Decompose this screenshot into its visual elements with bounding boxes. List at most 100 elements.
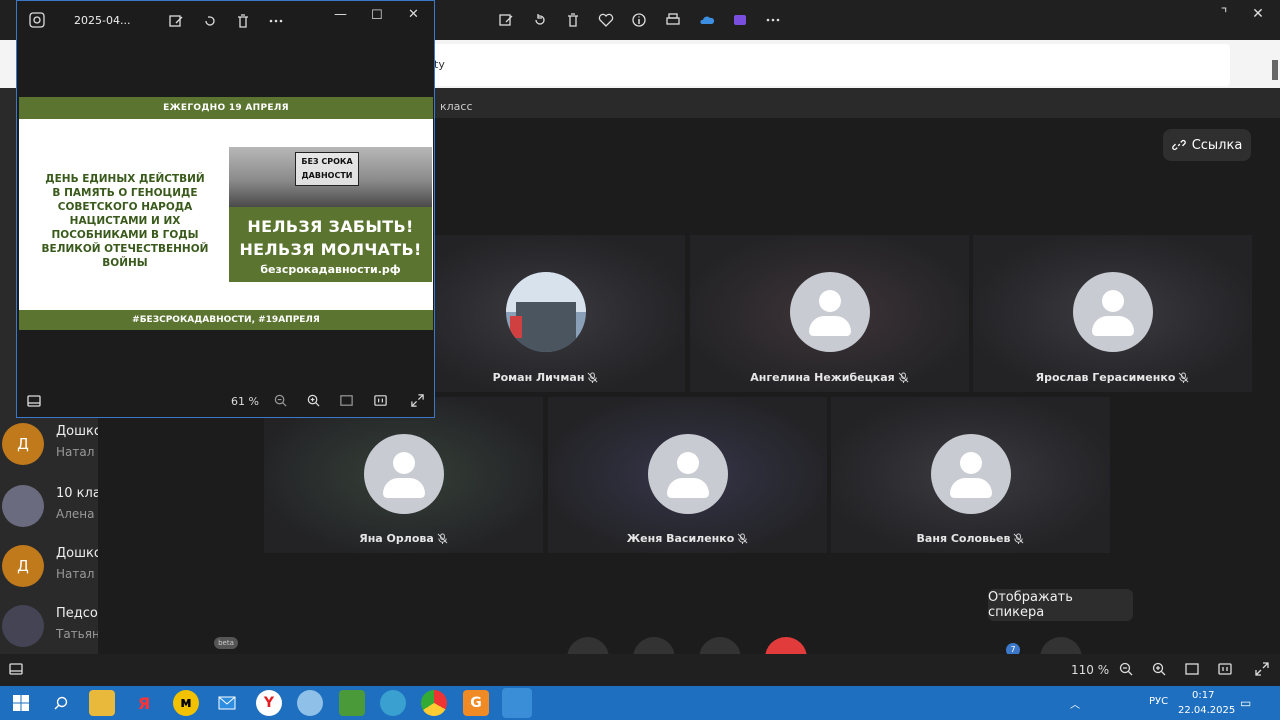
search-icon[interactable] <box>48 690 74 716</box>
zoom-in-icon[interactable] <box>1151 661 1167 680</box>
breadcrumb: класс <box>440 100 473 113</box>
minimize-icon[interactable]: — <box>334 7 347 22</box>
app-icon[interactable] <box>380 690 406 716</box>
participant-photo <box>505 272 586 352</box>
app-icon[interactable] <box>297 690 323 716</box>
participant-tile[interactable]: Роман Личман <box>406 235 685 392</box>
clipchamp-icon[interactable] <box>730 10 750 30</box>
participant-tile[interactable]: Ярослав Герасименко <box>973 235 1252 392</box>
chat-last-sender: Натал <box>56 445 95 459</box>
default-avatar-icon <box>789 272 870 352</box>
browser-url-fragment: ty <box>434 58 445 71</box>
print-icon[interactable] <box>663 10 683 30</box>
participant-tile[interactable]: Яна Орлова <box>264 397 543 553</box>
participant-tile[interactable]: Женя Василенко <box>548 397 827 553</box>
poster-top-banner: ЕЖЕГОДНО 19 АПРЕЛЯ <box>19 97 433 119</box>
participant-name: Ангелина Нежибецкая <box>690 371 969 384</box>
speaker-view-tooltip: Отображать спикера <box>988 589 1133 621</box>
rotate-icon[interactable] <box>530 10 550 30</box>
chat-last-sender: Алена <box>56 507 95 521</box>
chat-list-item[interactable]: Д Дошко Натал <box>0 538 98 594</box>
mail-icon[interactable] <box>214 690 240 716</box>
participant-name: Роман Личман <box>406 371 685 384</box>
viewer-titlebar: 2025-04... — ☐ ✕ <box>17 1 434 41</box>
default-avatar-icon <box>647 434 728 514</box>
chat-name: Дошко <box>56 546 98 561</box>
chat-list-item[interactable]: Педсо Татьян <box>0 598 98 654</box>
mic-off-icon <box>1014 533 1024 544</box>
actual-size-icon[interactable] <box>1217 661 1233 680</box>
delete-icon[interactable] <box>235 13 251 33</box>
poster-hashtags: #БЕЗСРОКАДАВНОСТИ, #19АПРЕЛЯ <box>19 310 433 330</box>
favorite-icon[interactable] <box>596 10 616 30</box>
yandex-icon[interactable]: Я <box>131 690 157 716</box>
edit-icon[interactable] <box>168 13 184 33</box>
mic-off-icon <box>588 372 598 383</box>
browser-address-area[interactable] <box>430 44 1230 86</box>
notifications-icon[interactable]: ▭ <box>1240 696 1251 710</box>
edit-icon[interactable] <box>496 10 516 30</box>
participant-name: Ваня Соловьев <box>831 532 1110 545</box>
store-icon[interactable] <box>339 690 365 716</box>
zoom-out-icon[interactable] <box>273 393 288 412</box>
chat-name: Педсо <box>56 606 98 621</box>
music-icon[interactable]: м <box>173 690 199 716</box>
actual-size-icon[interactable] <box>373 393 388 412</box>
tray-chevron-icon[interactable]: ︿ <box>1070 696 1080 711</box>
zoom-out-icon[interactable] <box>1118 661 1134 680</box>
file-explorer-icon[interactable] <box>89 690 115 716</box>
link-icon <box>1171 139 1186 151</box>
fullscreen-corner-icon[interactable]: ⌝ <box>1212 6 1236 22</box>
chat-last-sender: Натал <box>56 567 95 581</box>
yandex-browser-icon[interactable]: Y <box>256 690 282 716</box>
zoom-in-icon[interactable] <box>306 393 321 412</box>
fullscreen-icon[interactable] <box>410 393 425 412</box>
more-icon[interactable] <box>268 13 284 33</box>
avatar: Д <box>2 545 44 587</box>
chat-name: Дошко <box>56 424 98 439</box>
maximize-icon[interactable]: ☐ <box>371 8 383 23</box>
filmstrip-icon[interactable] <box>8 661 24 680</box>
filmstrip-icon[interactable] <box>26 393 42 413</box>
poster-main-text: ДЕНЬ ЕДИНЫХ ДЕЙСТВИЙ В ПАМЯТЬ О ГЕНОЦИДЕ… <box>41 173 209 269</box>
viewer-zoom-level[interactable]: 61 % <box>231 395 259 408</box>
fullscreen-icon[interactable] <box>1254 661 1270 680</box>
beta-badge: beta <box>214 637 238 649</box>
input-language[interactable]: РУС <box>1149 696 1168 707</box>
default-avatar-icon <box>930 434 1011 514</box>
participant-name: Яна Орлова <box>264 532 543 545</box>
chat-list-item[interactable]: 10 кла Алена <box>0 478 98 534</box>
fit-icon[interactable] <box>339 393 354 412</box>
zoom-level[interactable]: 110 % <box>1071 663 1109 677</box>
chrome-icon[interactable] <box>421 690 447 716</box>
onedrive-icon[interactable] <box>697 10 717 30</box>
link-button-label: Ссылка <box>1191 137 1243 153</box>
start-icon[interactable] <box>8 690 34 716</box>
poster-stamp: БЕЗ СРОКА ДАВНОСТИ <box>295 152 359 186</box>
clock-date: 22.04.2025 <box>1178 705 1236 716</box>
chat-list-item[interactable]: Д Дошко Натал <box>0 416 98 472</box>
participant-tile[interactable]: Ваня Соловьев <box>831 397 1110 553</box>
rotate-icon[interactable] <box>202 13 218 33</box>
participant-tile[interactable]: Ангелина Нежибецкая <box>690 235 969 392</box>
fit-icon[interactable] <box>1184 661 1200 680</box>
mic-off-icon <box>737 533 748 544</box>
photos-app-icon <box>29 12 45 32</box>
delete-icon[interactable] <box>563 10 583 30</box>
app-icon[interactable]: G <box>463 690 489 716</box>
mic-off-icon <box>1178 372 1189 383</box>
default-avatar-icon <box>1072 272 1153 352</box>
mic-off-icon <box>898 372 909 383</box>
poster-image: ЕЖЕГОДНО 19 АПРЕЛЯ ДЕНЬ ЕДИНЫХ ДЕЙСТВИЙ … <box>19 97 433 330</box>
chat-name: 10 кла <box>56 486 98 501</box>
close-icon[interactable]: ✕ <box>408 7 419 22</box>
more-icon[interactable] <box>763 10 783 30</box>
close-icon[interactable]: ✕ <box>1246 6 1270 22</box>
link-button[interactable]: Ссылка <box>1163 129 1251 161</box>
poster-graphic: БЕЗ СРОКА ДАВНОСТИ НЕЛЬЗЯ ЗАБЫТЬ! НЕЛЬЗЯ… <box>229 147 432 282</box>
image-viewer-window: 2025-04... — ☐ ✕ ЕЖЕГОДНО 19 АПРЕЛЯ ДЕНЬ… <box>16 0 435 418</box>
info-icon[interactable] <box>629 10 649 30</box>
browser-scrollbar[interactable] <box>1272 60 1278 80</box>
photos-app-icon[interactable] <box>502 688 532 718</box>
poster-slogan: НЕЛЬЗЯ МОЛЧАТЬ! <box>239 240 422 259</box>
